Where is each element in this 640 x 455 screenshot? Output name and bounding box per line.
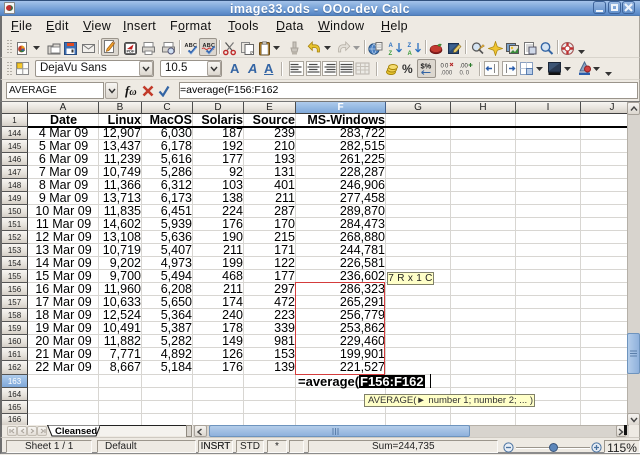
svg-text:A: A bbox=[408, 51, 413, 56]
svg-text:0 0: 0 0 bbox=[441, 64, 450, 70]
svg-text:Z: Z bbox=[408, 43, 412, 49]
svg-text:Z: Z bbox=[389, 51, 393, 56]
svg-text:$%: $% bbox=[421, 62, 432, 71]
svg-text:PDF: PDF bbox=[127, 49, 136, 54]
svg-text:0. 0: 0. 0 bbox=[460, 71, 470, 77]
svg-text:.000: .000 bbox=[441, 71, 453, 77]
svg-text:.00: .00 bbox=[460, 64, 469, 70]
svg-text:A: A bbox=[389, 43, 394, 49]
